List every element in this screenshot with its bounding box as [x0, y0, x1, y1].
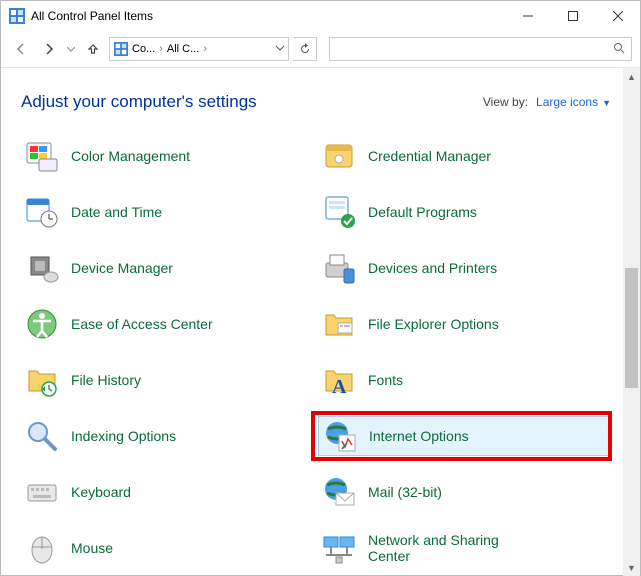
scroll-down-button[interactable]: ▼ [623, 559, 640, 576]
item-internet-options[interactable]: Internet Options [318, 416, 611, 456]
item-label: Ease of Access Center [71, 316, 213, 332]
minimize-button[interactable] [505, 1, 550, 31]
address-bar[interactable]: Co... › All C... › [109, 37, 289, 61]
chevron-right-icon[interactable]: › [159, 43, 163, 55]
item-label: Network and Sharing Center [368, 532, 538, 564]
item-mail[interactable]: Mail (32-bit) [318, 472, 611, 512]
up-button[interactable] [81, 37, 105, 61]
navigation-bar: Co... › All C... › [1, 31, 640, 67]
item-default-programs[interactable]: Default Programs [318, 192, 611, 232]
credential-manager-icon [322, 139, 356, 173]
item-file-history[interactable]: File History [21, 360, 314, 400]
window-title: All Control Panel Items [31, 9, 505, 23]
control-panel-icon [114, 42, 128, 56]
indexing-options-icon [25, 419, 59, 453]
close-button[interactable] [595, 1, 640, 31]
svg-text:A: A [332, 376, 347, 397]
internet-options-icon [323, 419, 357, 453]
maximize-button[interactable] [550, 1, 595, 31]
item-label: Color Management [71, 148, 190, 164]
breadcrumb-2[interactable]: All C... [167, 43, 199, 55]
item-label: Fonts [368, 372, 403, 388]
forward-button[interactable] [37, 37, 61, 61]
item-label: Credential Manager [368, 148, 491, 164]
fonts-icon: A [322, 363, 356, 397]
content-area: Adjust your computer's settings View by:… [1, 68, 623, 576]
item-label: File Explorer Options [368, 316, 499, 332]
recent-dropdown[interactable] [65, 37, 77, 61]
item-date-and-time[interactable]: Date and Time [21, 192, 314, 232]
file-history-icon [25, 363, 59, 397]
file-explorer-options-icon [322, 307, 356, 341]
item-device-manager[interactable]: Device Manager [21, 248, 314, 288]
item-devices-and-printers[interactable]: Devices and Printers [318, 248, 611, 288]
scroll-thumb[interactable] [625, 268, 638, 388]
address-dropdown[interactable] [276, 43, 284, 55]
color-management-icon [25, 139, 59, 173]
items-grid: Color Management Credential Manager Date… [21, 136, 611, 576]
scroll-up-button[interactable]: ▲ [623, 68, 640, 85]
date-time-icon [25, 195, 59, 229]
viewby-label: View by: [483, 95, 528, 109]
keyboard-icon [25, 475, 59, 509]
mail-icon [322, 475, 356, 509]
item-label: Mail (32-bit) [368, 484, 442, 500]
item-network-sharing[interactable]: Network and Sharing Center [318, 528, 611, 568]
item-color-management[interactable]: Color Management [21, 136, 314, 176]
search-input[interactable] [329, 37, 632, 61]
default-programs-icon [322, 195, 356, 229]
chevron-down-icon: ▼ [602, 98, 611, 108]
vertical-scrollbar[interactable]: ▲ ▼ [623, 68, 640, 576]
item-label: Keyboard [71, 484, 131, 500]
item-credential-manager[interactable]: Credential Manager [318, 136, 611, 176]
item-label: Devices and Printers [368, 260, 497, 276]
item-fonts[interactable]: A Fonts [318, 360, 611, 400]
item-file-explorer-options[interactable]: File Explorer Options [318, 304, 611, 344]
item-indexing-options[interactable]: Indexing Options [21, 416, 314, 456]
ease-of-access-icon [25, 307, 59, 341]
item-label: Indexing Options [71, 428, 176, 444]
network-sharing-icon [322, 531, 356, 565]
mouse-icon [25, 531, 59, 565]
item-mouse[interactable]: Mouse [21, 528, 314, 568]
titlebar: All Control Panel Items [1, 1, 640, 31]
viewby-dropdown[interactable]: Large icons▼ [536, 95, 611, 109]
page-title: Adjust your computer's settings [21, 92, 483, 112]
item-ease-of-access[interactable]: Ease of Access Center [21, 304, 314, 344]
control-panel-icon [9, 8, 25, 24]
item-label: Device Manager [71, 260, 173, 276]
item-label: File History [71, 372, 141, 388]
breadcrumb-1[interactable]: Co... [132, 43, 155, 55]
item-keyboard[interactable]: Keyboard [21, 472, 314, 512]
chevron-right-icon[interactable]: › [203, 43, 207, 55]
item-label: Default Programs [368, 204, 477, 220]
item-label: Internet Options [369, 428, 469, 444]
search-icon [613, 42, 625, 57]
item-label: Date and Time [71, 204, 162, 220]
item-label: Mouse [71, 540, 113, 556]
back-button[interactable] [9, 37, 33, 61]
refresh-button[interactable] [293, 37, 317, 61]
devices-printers-icon [322, 251, 356, 285]
device-manager-icon [25, 251, 59, 285]
